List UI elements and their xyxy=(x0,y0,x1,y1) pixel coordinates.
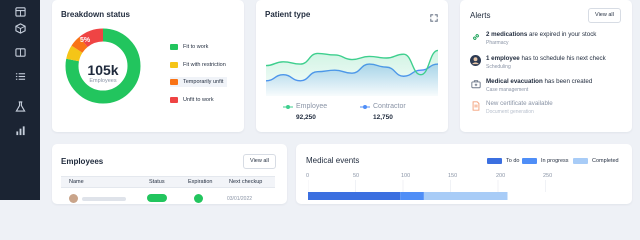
book-icon[interactable] xyxy=(12,44,28,60)
donut-center-value: 105k xyxy=(87,62,119,78)
x-tick: 250 xyxy=(543,173,553,179)
legend-label: Fit to work xyxy=(183,44,209,50)
column-header-name[interactable]: Name xyxy=(69,179,84,185)
legend-label: Completed xyxy=(592,158,619,164)
column-header-next-checkup[interactable]: Next checkup xyxy=(229,179,262,185)
next-checkup-date: 03/01/2022 xyxy=(227,196,253,202)
legend-label: In progress xyxy=(541,158,569,164)
legend-swatch xyxy=(170,97,178,103)
legend-swatch xyxy=(487,158,502,164)
status-badge xyxy=(147,194,167,202)
expand-icon[interactable] xyxy=(430,9,438,22)
breakdown-title: Breakdown status xyxy=(61,10,130,19)
legend-label: Unfit to work xyxy=(183,97,214,103)
legend-label: Contractor xyxy=(373,103,406,110)
legend-swatch xyxy=(170,79,178,85)
legend-in-progress[interactable]: In progress xyxy=(522,157,569,165)
legend-swatch xyxy=(170,44,178,50)
legend-employee[interactable]: Employee xyxy=(283,103,327,110)
bar-segment-completed[interactable] xyxy=(423,192,508,200)
list-icon[interactable] xyxy=(12,68,28,84)
legend-temporarily-unfit[interactable]: Temporarily unfit xyxy=(170,77,228,87)
donut-center-label: Employees xyxy=(89,78,117,84)
contractor-value: 12,750 xyxy=(373,114,393,121)
alert-text: 2 medications are expired in your stock xyxy=(486,31,597,38)
bar-segment-in-progress[interactable] xyxy=(400,192,424,200)
column-header-status[interactable]: Status xyxy=(149,179,165,185)
legend-label: Temporarily unfit xyxy=(183,79,224,85)
avatar xyxy=(69,194,78,203)
employee-line-icon xyxy=(283,104,293,109)
case-icon xyxy=(470,78,481,89)
x-tick: 200 xyxy=(496,173,506,179)
legend-contractor[interactable]: Contractor xyxy=(360,103,406,110)
x-tick: 100 xyxy=(401,173,411,179)
legend-swatch xyxy=(573,158,588,164)
sidebar xyxy=(0,0,40,200)
alert-text: 1 employee has to schedule his next chec… xyxy=(486,55,606,62)
alert-source: Scheduling xyxy=(486,64,511,70)
legend-label: To do xyxy=(506,158,520,164)
donut-highlight-label: 5% xyxy=(80,37,91,44)
alert-source: Case management xyxy=(486,87,529,93)
patient-type-area-chart xyxy=(265,49,439,96)
area-fill-employee xyxy=(266,50,438,96)
bar-segment-to-do[interactable] xyxy=(308,192,401,200)
legend-fit-with-restriction[interactable]: Fit with restriction xyxy=(170,60,226,70)
legend-label: Fit with restriction xyxy=(183,62,226,68)
x-tick: 0 xyxy=(306,173,310,179)
employee-name-placeholder xyxy=(82,197,126,201)
legend-unfit-to-work[interactable]: Unfit to work xyxy=(170,95,214,105)
calendar-icon[interactable] xyxy=(12,3,28,19)
employees-card xyxy=(52,144,287,204)
alert-source: Pharmacy xyxy=(486,40,509,46)
document-icon xyxy=(470,100,481,111)
employees-title: Employees xyxy=(61,157,104,166)
avatar-icon xyxy=(470,55,481,66)
x-tick: 150 xyxy=(448,173,458,179)
flask-icon[interactable] xyxy=(12,98,28,114)
contractor-line-icon xyxy=(360,104,370,109)
link-icon xyxy=(470,31,481,42)
legend-to-do[interactable]: To do xyxy=(487,157,519,165)
alerts-view-all-button[interactable]: View all xyxy=(588,8,621,23)
cube-icon[interactable] xyxy=(12,20,28,36)
alert-text: New certificate available xyxy=(486,100,553,107)
employee-value: 92,250 xyxy=(296,114,316,121)
employees-view-all-button[interactable]: View all xyxy=(243,154,276,169)
alerts-title: Alerts xyxy=(470,11,491,20)
check-icon xyxy=(194,194,203,203)
legend-swatch xyxy=(170,62,178,68)
patient-type-title: Patient type xyxy=(265,10,311,19)
legend-completed[interactable]: Completed xyxy=(573,157,619,165)
legend-swatch xyxy=(522,158,537,164)
legend-label: Employee xyxy=(296,103,328,110)
medical-events-bar-chart xyxy=(308,180,546,200)
medical-events-title: Medical events xyxy=(306,156,360,165)
legend-fit-to-work[interactable]: Fit to work xyxy=(170,42,208,52)
bar-chart-icon[interactable] xyxy=(12,122,28,138)
column-header-expiration[interactable]: Expiration xyxy=(188,179,212,185)
alert-source: Document generation xyxy=(486,109,534,115)
x-tick: 50 xyxy=(353,173,360,179)
alert-text: Medical evacuation has been created xyxy=(486,78,593,85)
